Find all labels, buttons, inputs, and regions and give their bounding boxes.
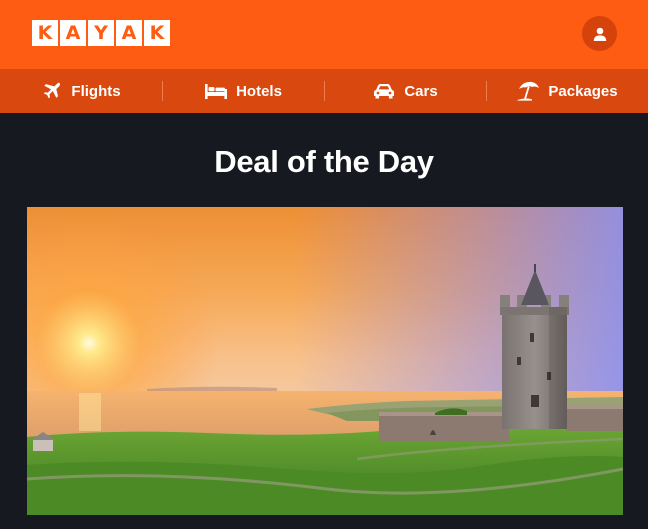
nav-flights-label: Flights — [71, 82, 121, 100]
beach-umbrella-icon — [517, 81, 540, 101]
kayak-logo[interactable]: K A Y A K — [32, 20, 170, 46]
deal-hero-image[interactable] — [27, 207, 623, 515]
plane-icon — [44, 82, 61, 99]
logo-letter: K — [144, 20, 170, 46]
nav-cars[interactable]: Cars — [324, 69, 486, 113]
main-nav: Flights Hotels Cars Packages — [0, 69, 648, 113]
logo-letter: A — [60, 20, 86, 46]
top-bar: K A Y A K — [0, 0, 648, 69]
castle-sunset-illustration — [27, 207, 623, 515]
car-icon — [374, 84, 395, 99]
page-title: Deal of the Day — [214, 144, 434, 179]
bed-icon — [205, 84, 228, 99]
user-icon — [593, 27, 606, 41]
nav-cars-label: Cars — [404, 82, 438, 100]
nav-packages-label: Packages — [548, 82, 618, 100]
logo-letter: Y — [88, 20, 114, 46]
nav-packages[interactable]: Packages — [486, 69, 648, 113]
nav-hotels[interactable]: Hotels — [162, 69, 324, 113]
logo-letter: A — [116, 20, 142, 46]
nav-hotels-label: Hotels — [236, 82, 282, 100]
logo-letter: K — [32, 20, 58, 46]
account-button[interactable] — [582, 16, 617, 51]
nav-flights[interactable]: Flights — [0, 69, 162, 113]
